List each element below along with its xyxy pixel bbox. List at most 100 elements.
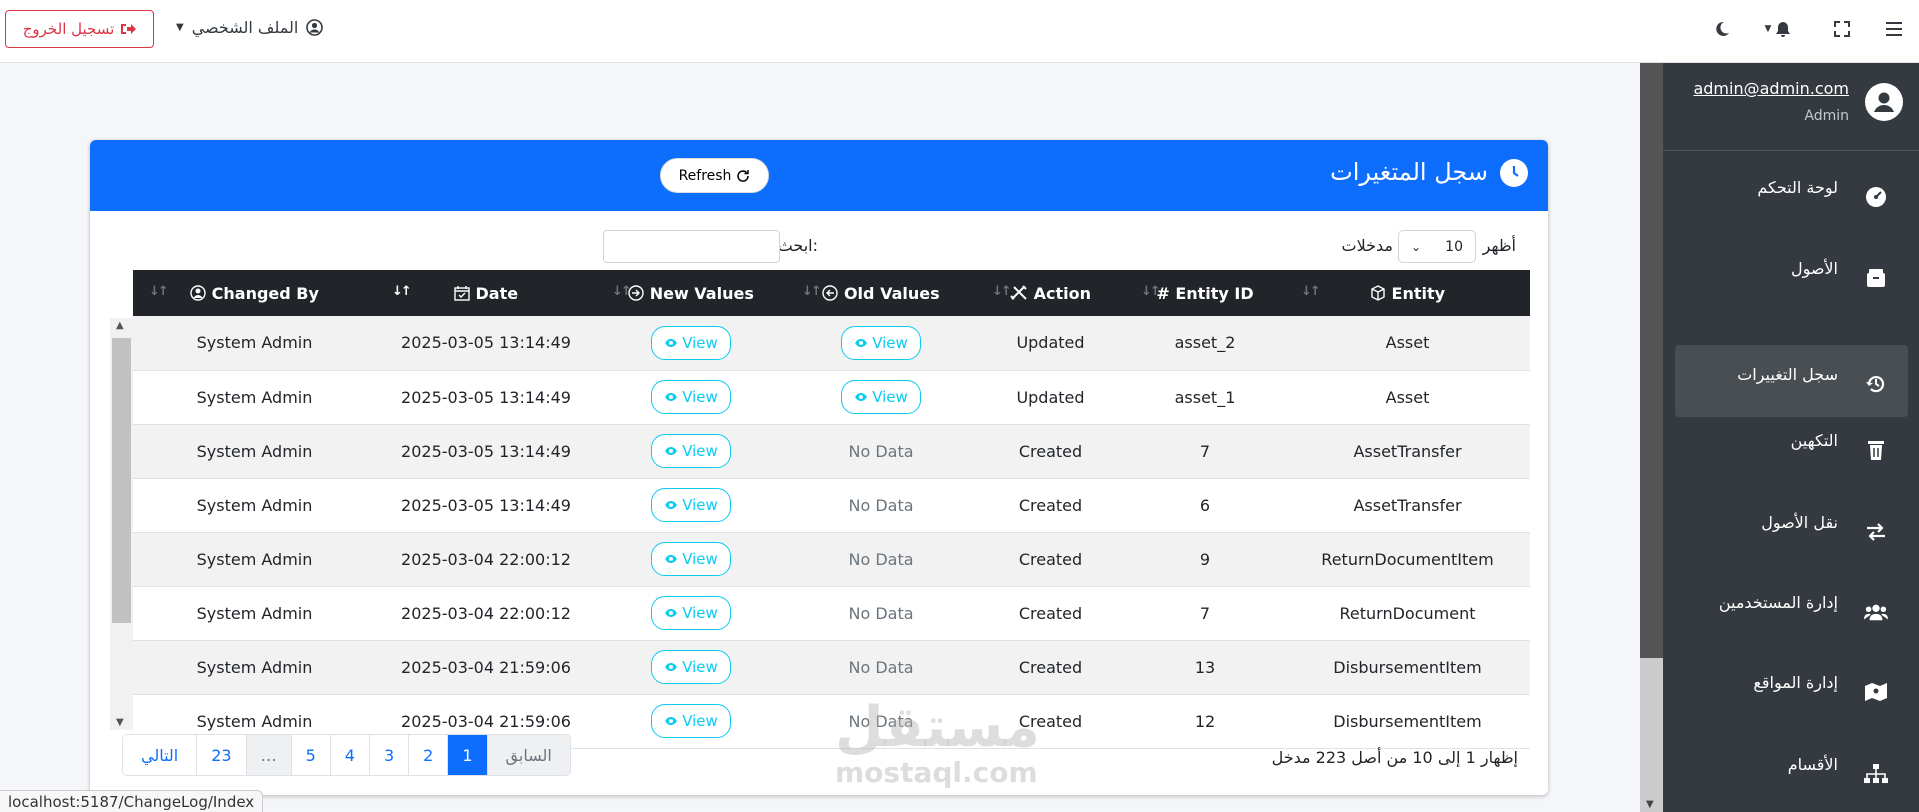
sidebar-item-changelog[interactable]: سجل التغييرات [1675,345,1908,417]
cell-changed-by: System Admin [133,586,376,641]
page-3-button[interactable]: 3 [368,735,409,775]
sidebar-item-asset-transfer[interactable]: نقل الأصول [1675,493,1908,565]
cell-date: 2025-03-04 21:59:06 [376,640,596,695]
sort-icon: ↑↓ [1141,284,1161,299]
refresh-button[interactable]: Refresh [660,158,769,193]
cell-changed-by: System Admin [133,370,376,425]
view-button[interactable]: View [841,380,921,414]
arrow-circle-right-icon [628,284,644,301]
changelog-table: Entity ↑↓ Entity ID # ↑↓ Action ↑↓ Old V… [133,270,1530,749]
sidebar-item-assets[interactable]: الأصول [1675,239,1908,311]
cell-new-values: View [596,640,786,695]
sidebar-item-user-management[interactable]: إدارة المستخدمين [1675,573,1908,645]
profile-dropdown[interactable]: ▼ الملف الشخصي [176,18,324,37]
scrollbar-thumb[interactable] [1640,63,1663,658]
page-2-button[interactable]: 2 [408,735,448,775]
search-input[interactable] [603,230,780,263]
page-23-button[interactable]: 23 [196,735,246,775]
trash-icon [1864,438,1888,462]
scroll-down-icon[interactable]: ▼ [116,717,124,728]
eye-icon [855,338,868,347]
cell-entity-id: 7 [1125,424,1285,479]
view-button[interactable]: View [651,434,731,468]
column-header-old-values[interactable]: Old Values ↑↓ [786,270,976,316]
dark-mode-toggle[interactable] [1707,14,1737,44]
sidebar-item-dashboard[interactable]: لوحة التحكم [1675,158,1908,230]
column-header-changed-by[interactable]: Changed By ↑↓ [133,270,376,316]
logout-button[interactable]: تسجيل الخروج [5,10,154,48]
view-button[interactable]: View [651,596,731,630]
table-scrollbar[interactable]: ▲ ▼ [110,318,133,730]
cell-old-values: No Data [786,640,976,695]
page-length-select[interactable]: ⌄ 10 [1398,230,1476,263]
cell-changed-by: System Admin [133,478,376,533]
user-email-link[interactable]: admin@admin.com [1693,79,1849,98]
view-button[interactable]: View [651,380,731,414]
menu-toggle-button[interactable] [1879,14,1909,44]
sidebar-scrollbar[interactable]: ▼ [1640,63,1663,812]
column-header-date[interactable]: Date ↑↓ [376,270,596,316]
eye-icon [665,501,678,509]
users-icon [1864,600,1888,624]
scroll-down-icon[interactable]: ▼ [1646,799,1654,810]
scroll-up-icon[interactable]: ▲ [116,320,124,331]
caret-down-icon: ▼ [176,22,184,33]
sort-icon: ↑↓ [149,284,169,299]
column-header-entity[interactable]: Entity ↑↓ [1285,270,1530,316]
view-button[interactable]: View [651,325,731,360]
user-icon [1868,86,1900,118]
watermark-logo-text: مستقل [835,695,1040,760]
sidebar-item-departments[interactable]: الأقسام [1675,735,1908,807]
table-row: Asset asset_1 Updated View View 2025-03-05 13… [133,370,1530,425]
sidebar-item-label: إدارة المستخدمين [1718,593,1838,612]
page-5-button[interactable]: 5 [290,735,330,775]
cell-old-values: No Data [786,586,976,641]
page-next-button[interactable]: التالي [123,735,197,775]
user-circle-icon [190,284,206,301]
cell-date: 2025-03-05 13:14:49 [376,316,596,371]
browser-status-url: localhost:5187/ChangeLog/Index [0,790,264,812]
cell-action: Created [976,532,1125,587]
table-info: إظهار 1 إلى 10 من أصل 223 مدخل [1271,748,1518,767]
page-4-button[interactable]: 4 [329,735,369,775]
eye-icon [665,338,678,347]
eye-icon [855,393,868,401]
pagination: التالي 23 … 5 4 3 2 1 السابق [122,734,571,776]
transfer-icon [1864,520,1888,544]
view-button[interactable]: View [651,488,731,522]
view-button[interactable]: View [651,650,731,684]
sidebar-item-label: سجل التغييرات [1737,365,1838,384]
scrollbar-thumb[interactable] [112,338,131,623]
view-button[interactable]: View [651,704,731,738]
view-button[interactable]: View [651,542,731,576]
sidebar-item-locations[interactable]: إدارة المواقع [1675,653,1908,725]
view-button[interactable]: View [841,325,921,360]
column-header-new-values[interactable]: New Values ↑↓ [596,270,786,316]
cell-entity: Asset [1285,370,1530,425]
sort-icon: ↑↓ [802,284,822,299]
user-panel: admin@admin.com Admin [1663,63,1919,151]
page-title: سجل المتغيرات [1330,158,1488,186]
column-header-entity-id[interactable]: Entity ID # ↑↓ [1125,270,1285,316]
fullscreen-button[interactable] [1827,14,1857,44]
tools-icon [1010,284,1027,300]
changelog-card: سجل المتغيرات Refresh أظهر ⌄ 10 مدخلات ا… [90,140,1548,795]
user-role: Admin [1804,108,1849,124]
length-show-label: أظهر [1482,236,1516,255]
page-previous-button[interactable]: السابق [486,735,570,775]
sign-out-icon [121,24,137,34]
cell-changed-by: System Admin [133,532,376,587]
sidebar-item-disposal[interactable]: التكهين [1675,411,1908,483]
cell-entity: ReturnDocument [1285,586,1530,641]
notifications-dropdown[interactable]: ▼ [1755,14,1801,44]
logout-label: تسجيل الخروج [22,20,115,38]
cube-icon [1371,284,1385,301]
clock-icon [1500,159,1528,187]
cell-action: Created [976,478,1125,533]
page-ellipsis: … [245,735,291,775]
cell-old-values: No Data [786,424,976,479]
page-1-button[interactable]: 1 [447,735,487,775]
refresh-icon [737,169,750,182]
eye-icon [665,663,678,671]
column-header-action[interactable]: Action ↑↓ [976,270,1125,316]
